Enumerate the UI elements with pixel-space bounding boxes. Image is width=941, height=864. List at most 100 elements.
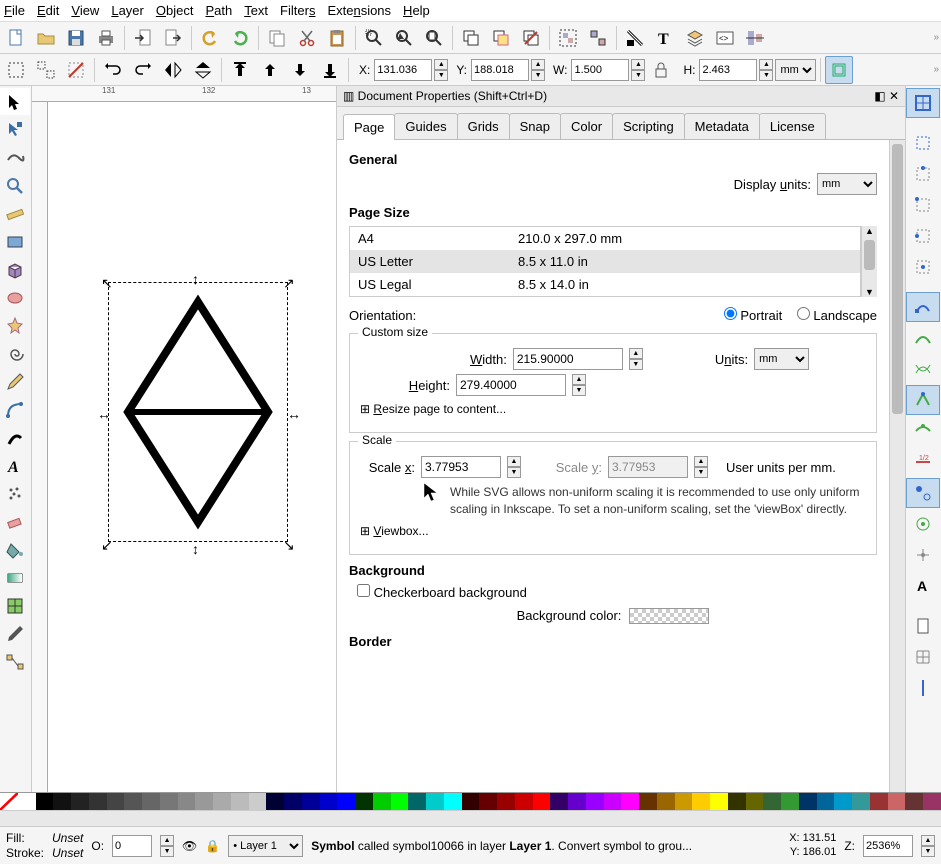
color-swatch[interactable] (568, 793, 586, 810)
menu-object[interactable]: Object (156, 3, 194, 18)
color-swatch[interactable] (444, 793, 462, 810)
flip-v-icon[interactable] (189, 56, 217, 84)
menu-help[interactable]: Help (403, 3, 430, 18)
star-tool-icon[interactable] (0, 312, 30, 339)
color-swatch[interactable] (586, 793, 604, 810)
viewbox-expand[interactable]: ⊞ Viewbox... (360, 524, 866, 538)
tab-color[interactable]: Color (560, 113, 613, 139)
tab-page[interactable]: Page (343, 114, 395, 140)
color-swatch[interactable] (89, 793, 107, 810)
deselect-icon[interactable] (62, 56, 90, 84)
color-swatch[interactable] (18, 793, 36, 810)
height-input[interactable] (456, 374, 566, 396)
panel-close-icon[interactable]: ✕ (889, 89, 899, 103)
snap-bbox-midpoint-icon[interactable] (906, 221, 940, 251)
fill-value[interactable]: Unset (52, 831, 83, 845)
zoom-tool-icon[interactable] (0, 172, 30, 199)
spray-tool-icon[interactable] (0, 480, 30, 507)
pencil-tool-icon[interactable] (0, 368, 30, 395)
opacity-input[interactable] (112, 835, 152, 857)
tab-scripting[interactable]: Scripting (612, 113, 685, 139)
bg-color-swatch[interactable] (629, 608, 709, 624)
color-swatch[interactable] (692, 793, 710, 810)
stroke-value[interactable]: Unset (52, 846, 83, 860)
tab-grids[interactable]: Grids (457, 113, 510, 139)
color-swatch[interactable] (870, 793, 888, 810)
raise-icon[interactable] (256, 56, 284, 84)
lower-icon[interactable] (286, 56, 314, 84)
zoom-page-icon[interactable] (420, 24, 448, 52)
color-swatch[interactable] (923, 793, 941, 810)
menu-view[interactable]: View (71, 3, 99, 18)
tab-snap[interactable]: Snap (509, 113, 561, 139)
canvas[interactable]: 131 132 13 ↖ ↕ ↗ ↔ ↔ ↙ ↕ ↘ (32, 86, 336, 792)
unlink-clone-icon[interactable] (517, 24, 545, 52)
color-swatch[interactable] (178, 793, 196, 810)
selector-tool-icon[interactable] (0, 88, 30, 115)
x-input[interactable] (374, 59, 432, 81)
y-input[interactable] (471, 59, 529, 81)
snap-center-icon[interactable] (906, 509, 940, 539)
rect-tool-icon[interactable] (0, 228, 30, 255)
color-swatch[interactable] (124, 793, 142, 810)
width-input[interactable] (513, 348, 623, 370)
measure-tool-icon[interactable] (0, 200, 30, 227)
mesh-tool-icon[interactable] (0, 592, 30, 619)
color-swatch[interactable] (231, 793, 249, 810)
menu-path[interactable]: Path (205, 3, 232, 18)
color-swatch[interactable] (479, 793, 497, 810)
color-swatch[interactable] (36, 793, 54, 810)
group-icon[interactable] (554, 24, 582, 52)
size-list-scrollbar[interactable]: ▲▼ (861, 226, 877, 297)
3dbox-tool-icon[interactable] (0, 256, 30, 283)
color-swatch[interactable] (266, 793, 284, 810)
lower-bottom-icon[interactable] (316, 56, 344, 84)
color-swatch[interactable] (852, 793, 870, 810)
color-swatch[interactable] (249, 793, 267, 810)
x-spinner[interactable]: ▲▼ (434, 59, 448, 81)
snap-bbox-corner-icon[interactable] (906, 190, 940, 220)
snap-grid-icon[interactable] (906, 642, 940, 672)
import-icon[interactable] (129, 24, 157, 52)
color-swatch[interactable] (160, 793, 178, 810)
menu-edit[interactable]: Edit (37, 3, 59, 18)
color-swatch[interactable] (337, 793, 355, 810)
portrait-radio[interactable]: Portrait (724, 308, 783, 323)
tab-guides[interactable]: Guides (394, 113, 457, 139)
color-swatch[interactable] (195, 793, 213, 810)
select-same-icon[interactable] (32, 56, 60, 84)
new-file-icon[interactable] (2, 24, 30, 52)
zoom-selection-icon[interactable] (360, 24, 388, 52)
color-swatch[interactable] (53, 793, 71, 810)
menu-layer[interactable]: Layer (111, 3, 144, 18)
color-swatch[interactable] (213, 793, 231, 810)
snap-path-icon[interactable] (906, 323, 940, 353)
snap-intersect-icon[interactable] (906, 354, 940, 384)
palette-scrollbar[interactable] (0, 810, 941, 826)
export-icon[interactable] (159, 24, 187, 52)
snap-text-icon[interactable]: A (906, 571, 940, 601)
xml-editor-icon[interactable]: <> (711, 24, 739, 52)
color-swatch[interactable] (905, 793, 923, 810)
menu-file[interactable]: File (4, 3, 25, 18)
zoom-input[interactable] (863, 835, 913, 857)
color-swatch[interactable] (408, 793, 426, 810)
save-icon[interactable] (62, 24, 90, 52)
snap-other-icon[interactable] (906, 478, 940, 508)
snap-bbox-edge-icon[interactable] (906, 159, 940, 189)
h-input[interactable] (699, 59, 757, 81)
undo-icon[interactable] (196, 24, 224, 52)
copy-icon[interactable] (263, 24, 291, 52)
color-swatch[interactable] (817, 793, 835, 810)
color-swatch[interactable] (320, 793, 338, 810)
scale-x-spinner[interactable]: ▲▼ (507, 456, 521, 478)
text-tool-icon[interactable]: A (0, 452, 30, 479)
print-icon[interactable] (92, 24, 120, 52)
checkerboard-checkbox[interactable]: Checkerboard background (357, 584, 877, 600)
color-swatch[interactable] (355, 793, 373, 810)
node-tool-icon[interactable] (0, 116, 30, 143)
color-swatch[interactable] (462, 793, 480, 810)
raise-top-icon[interactable] (226, 56, 254, 84)
layers-icon[interactable] (681, 24, 709, 52)
panel-scrollbar[interactable] (889, 140, 905, 792)
